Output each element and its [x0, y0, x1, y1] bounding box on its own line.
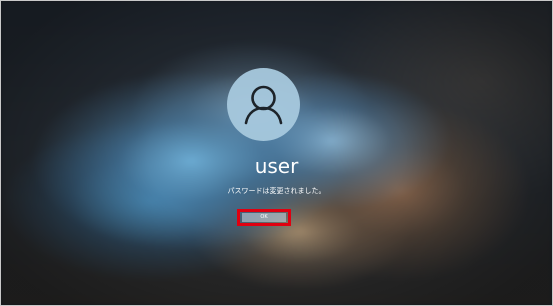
user-silhouette-icon [244, 85, 283, 125]
user-avatar [227, 68, 300, 141]
status-message: パスワードは変更されました。 [227, 187, 326, 195]
ok-highlight-box [237, 209, 291, 226]
lock-screen: user パスワードは変更されました。 OK [0, 0, 553, 306]
user-name: user [254, 154, 299, 178]
background-vignette [1, 1, 552, 305]
